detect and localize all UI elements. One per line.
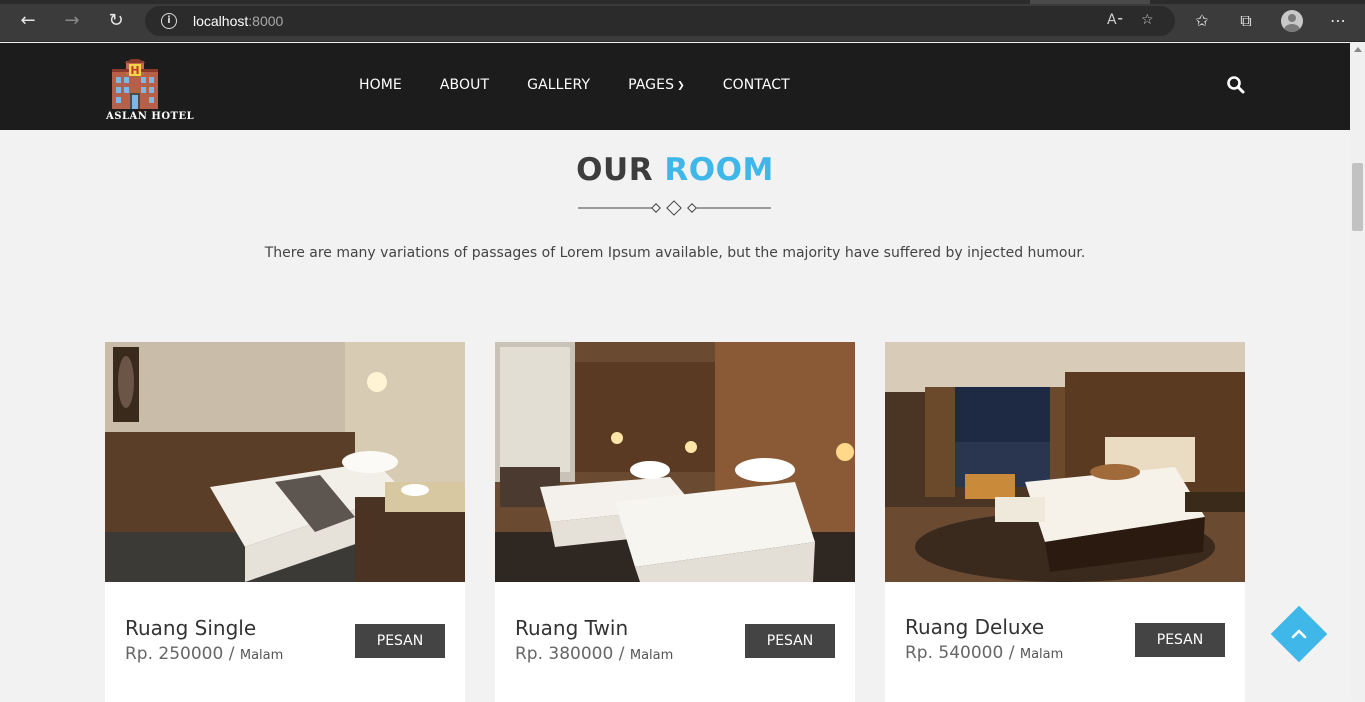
site-header: H ASLAN HOTEL HOME ABOUT GALLERY PAGES ❯ … (0, 43, 1350, 130)
tab-strip (0, 0, 1365, 4)
search-icon[interactable] (1226, 75, 1246, 95)
address-bar[interactable]: i localhost:8000 A⁃ ☆ (145, 6, 1175, 36)
active-tab-indicator (1030, 0, 1150, 4)
url-text[interactable]: localhost:8000 (193, 13, 283, 29)
nav-home[interactable]: HOME (359, 77, 402, 93)
chevron-up-icon (1291, 629, 1307, 639)
nav-gallery-label: GALLERY (527, 77, 591, 93)
star-plus-icon[interactable]: ☆ (1141, 12, 1154, 28)
room-price: Rp. 250000 / Malam (125, 644, 283, 664)
back-to-top-button[interactable] (1270, 605, 1328, 663)
url-host: localhost (193, 13, 249, 29)
room-photo[interactable] (495, 342, 855, 582)
collections-icon[interactable]: ⧉ (1235, 10, 1257, 32)
room-price-separator: / (228, 644, 235, 664)
room-price-unit: Malam (239, 648, 284, 663)
reload-icon[interactable]: ↻ (105, 10, 127, 32)
scrollbar-thumb[interactable] (1352, 163, 1363, 231)
room-price-separator: / (618, 644, 625, 664)
pesan-button[interactable]: PESAN (1135, 623, 1225, 657)
room-card: Ruang Deluxe Rp. 540000 / Malam PESAN (885, 342, 1245, 702)
section-title: OUR ROOM (0, 152, 1350, 188)
nav-home-label: HOME (359, 77, 402, 93)
room-price: Rp. 380000 / Malam (515, 644, 673, 664)
favorites-icon[interactable]: ✩ (1191, 10, 1213, 32)
room-price: Rp. 540000 / Malam (905, 643, 1063, 663)
url-port: :8000 (248, 13, 284, 29)
info-icon[interactable]: i (161, 13, 177, 29)
more-icon[interactable]: ⋯ (1327, 10, 1349, 32)
room-name: Ruang Single (125, 616, 257, 640)
room-name: Ruang Twin (515, 616, 629, 640)
profile-icon[interactable] (1281, 10, 1303, 32)
room-price-value: Rp. 250000 (125, 644, 224, 664)
pesan-button[interactable]: PESAN (745, 624, 835, 658)
scroll-up-arrow-icon[interactable] (1354, 47, 1362, 52)
svg-text:H: H (130, 64, 139, 77)
main-nav: HOME ABOUT GALLERY PAGES ❯ CONTACT (359, 77, 828, 93)
title-divider (578, 200, 771, 216)
page-scrollbar[interactable] (1350, 43, 1365, 699)
section-title-accent: ROOM (664, 152, 774, 188)
nav-gallery[interactable]: GALLERY (527, 77, 590, 93)
nav-pages-label: PAGES (628, 77, 675, 93)
forward-arrow-icon[interactable]: → (61, 10, 83, 32)
room-card: Ruang Twin Rp. 380000 / Malam PESAN (495, 342, 855, 702)
nav-about[interactable]: ABOUT (440, 77, 489, 93)
room-card: Ruang Single Rp. 250000 / Malam PESAN (105, 342, 465, 702)
hotel-logo[interactable]: H ASLAN HOTEL (106, 57, 196, 123)
browser-toolbar: ← → ↻ i localhost:8000 A⁃ ☆ ✩ ⧉ ⋯ (0, 0, 1365, 42)
section-title-dark: OUR (576, 152, 654, 188)
room-price-unit: Malam (1019, 647, 1064, 662)
section-lead: There are many variations of passages of… (264, 245, 1086, 261)
nav-contact-label: CONTACT (722, 77, 790, 93)
room-photo[interactable] (105, 342, 465, 582)
room-price-separator: / (1008, 643, 1015, 663)
room-photo[interactable] (885, 342, 1245, 582)
pesan-button[interactable]: PESAN (355, 624, 445, 658)
chevron-down-icon: ❯ (677, 81, 685, 91)
read-aloud-icon[interactable]: A⁃ (1107, 12, 1124, 28)
room-price-value: Rp. 540000 (905, 643, 1004, 663)
room-price-value: Rp. 380000 (515, 644, 614, 664)
hotel-building-icon: H (112, 59, 158, 109)
logo-text: ASLAN HOTEL (106, 111, 195, 122)
nav-about-label: ABOUT (439, 77, 490, 93)
room-price-unit: Malam (629, 648, 674, 663)
nav-pages[interactable]: PAGES ❯ (628, 77, 685, 93)
back-arrow-icon[interactable]: ← (17, 10, 39, 32)
room-name: Ruang Deluxe (905, 615, 1045, 639)
nav-contact[interactable]: CONTACT (723, 77, 790, 93)
